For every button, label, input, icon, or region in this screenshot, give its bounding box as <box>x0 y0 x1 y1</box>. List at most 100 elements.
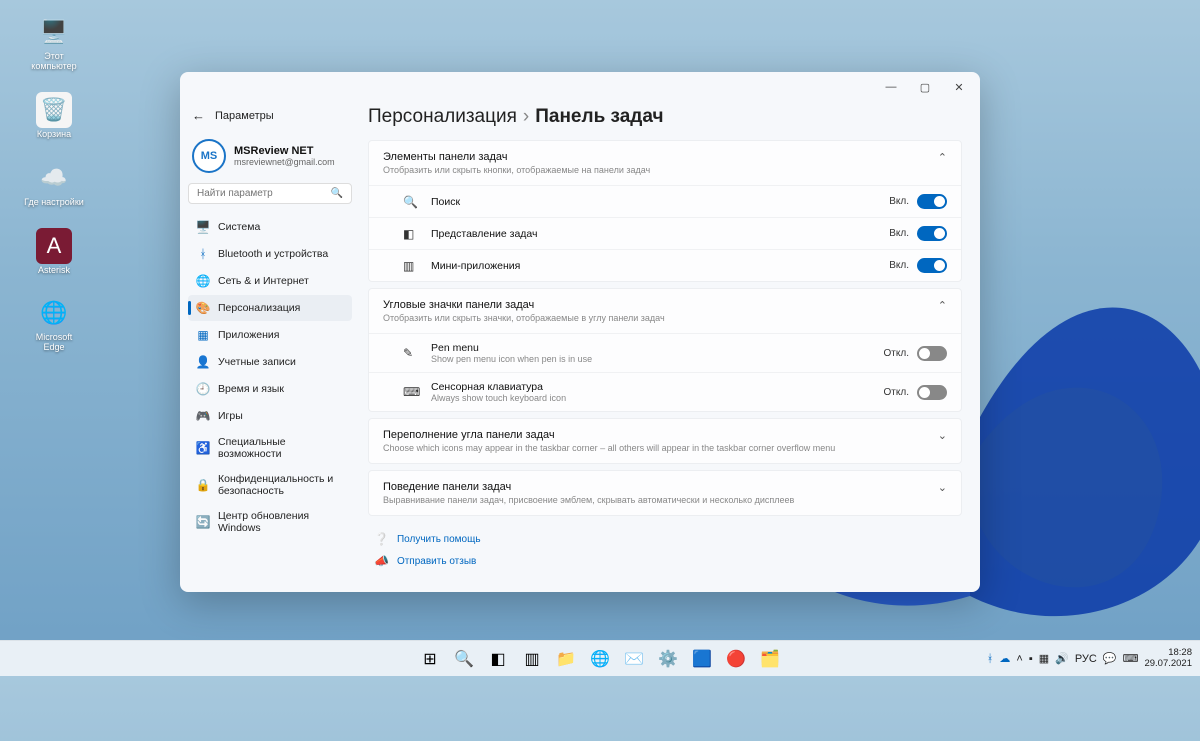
nav-label: Игры <box>218 410 243 422</box>
sidebar-item[interactable]: 🔒 Конфиденциальность и безопасность <box>188 467 352 503</box>
tray-chevron-up-icon[interactable]: ˄ <box>1016 653 1022 665</box>
taskbar: ⊞🔍◧▥📁🌐✉️⚙️🟦🔴🗂️ ᚼ ☁ ˄ ▪ ▦ 🔊 РУС 💬 ⌨ 18:28… <box>0 640 1200 676</box>
desktop-icon-label: Корзина <box>37 130 71 140</box>
row-label: Pen menu <box>431 342 884 354</box>
panel-behavior: Поведение панели задач Выравнивание пане… <box>368 470 962 516</box>
back-row: ← Параметры <box>188 106 352 129</box>
account-block[interactable]: MS MSReview NET msreviewnet@gmail.com <box>188 135 352 177</box>
row-icon: 🔍 <box>403 195 419 209</box>
taskbar-icon[interactable]: ⚙️ <box>653 644 683 674</box>
minimize-button[interactable]: ― <box>874 73 908 101</box>
nav-label: Сеть & и Интернет <box>218 275 309 287</box>
desktop-icon[interactable]: 🗑️ Корзина <box>24 92 84 140</box>
desktop-icon-label: Microsoft Edge <box>24 333 84 353</box>
desktop-icon[interactable]: 🌐Microsoft Edge <box>24 295 84 353</box>
sidebar-item[interactable]: 🎮Игры <box>188 403 352 429</box>
account-name: MSReview NET <box>234 145 335 157</box>
taskbar-icon[interactable]: 🗂️ <box>755 644 785 674</box>
tray-volume-icon[interactable]: 🔊 <box>1055 652 1069 665</box>
breadcrumb: Персонализация›Панель задач <box>368 106 962 128</box>
row-state: Откл. <box>884 387 909 398</box>
tray-date: 29.07.2021 <box>1144 659 1192 669</box>
get-help-link[interactable]: ❔Получить помощь <box>374 532 956 546</box>
toggle[interactable] <box>917 226 947 241</box>
back-icon[interactable]: ← <box>192 108 205 123</box>
close-button[interactable]: ✕ <box>942 73 976 101</box>
row-label-block: Pen menuShow pen menu icon when pen is i… <box>431 342 884 364</box>
search-input[interactable] <box>197 188 331 199</box>
desktop-icon-glyph: 🌐 <box>36 295 72 331</box>
taskbar-icon[interactable]: 🔍 <box>449 644 479 674</box>
setting-row: ⌨ Сенсорная клавиатураAlways show touch … <box>369 372 961 411</box>
sidebar-item[interactable]: ♿Специальные возможности <box>188 430 352 466</box>
panel-title: Угловые значки панели задач <box>383 299 665 311</box>
search-box[interactable]: 🔍 <box>188 183 352 204</box>
tray-network-icon[interactable]: ▦ <box>1039 652 1049 665</box>
taskbar-icon[interactable]: ◧ <box>483 644 513 674</box>
sidebar-item[interactable]: 👤Учетные записи <box>188 349 352 375</box>
panel-corner-icons: Угловые значки панели задач Отобразить и… <box>368 288 962 412</box>
tray-lang[interactable]: РУС <box>1075 653 1097 665</box>
desktop-icon[interactable]: ☁️Где настройки <box>24 160 84 208</box>
panel-taskbar-elements: Элементы панели задач Отобразить или скр… <box>368 140 962 282</box>
tray-clock[interactable]: 18:28 29.07.2021 <box>1144 648 1192 669</box>
tray-notify-icon[interactable]: 💬 <box>1103 652 1117 665</box>
row-state: Вкл. <box>889 196 909 207</box>
panel-title: Поведение панели задач <box>383 481 794 493</box>
desktop-icon[interactable]: 🖥️Этот компьютер <box>24 14 84 72</box>
sidebar-item[interactable]: 🔄Центр обновления Windows <box>188 504 352 540</box>
setting-row: ✎ Pen menuShow pen menu icon when pen is… <box>369 333 961 372</box>
toggle[interactable] <box>917 258 947 273</box>
taskbar-icon[interactable]: ▥ <box>517 644 547 674</box>
row-icon: ⌨ <box>403 385 419 399</box>
account-email: msreviewnet@gmail.com <box>234 157 335 167</box>
panel-header[interactable]: Угловые значки панели задач Отобразить и… <box>369 289 961 333</box>
feedback-icon: 📣 <box>374 554 389 568</box>
taskbar-icon[interactable]: ⊞ <box>415 644 445 674</box>
desktop-icon-glyph: 🗑️ <box>36 92 72 128</box>
toggle[interactable] <box>917 346 947 361</box>
sidebar-item[interactable]: 🌐Сеть & и Интернет <box>188 268 352 294</box>
tray-bluetooth-icon[interactable]: ᚼ <box>987 653 994 665</box>
panel-header[interactable]: Элементы панели задач Отобразить или скр… <box>369 141 961 185</box>
help-icon: ❔ <box>374 532 389 546</box>
nav-icon: 🔒 <box>196 478 210 492</box>
taskbar-icon[interactable]: 📁 <box>551 644 581 674</box>
panel-header[interactable]: Поведение панели задач Выравнивание пане… <box>369 471 961 515</box>
taskbar-icon[interactable]: 🔴 <box>721 644 751 674</box>
desktop-icon-label: Где настройки <box>24 198 84 208</box>
taskbar-icon[interactable]: 🌐 <box>585 644 615 674</box>
sidebar-item[interactable]: 🕘Время и язык <box>188 376 352 402</box>
breadcrumb-current: Панель задач <box>535 106 663 127</box>
toggle[interactable] <box>917 194 947 209</box>
chevron-up-icon: ⌃ <box>938 151 947 164</box>
sidebar-item[interactable]: ᚼBluetooth и устройства <box>188 241 352 267</box>
titlebar: ― ▢ ✕ <box>180 72 980 102</box>
row-icon: ✎ <box>403 346 419 360</box>
panel-subtitle: Выравнивание панели задач, присвоение эм… <box>383 495 794 505</box>
sidebar-item[interactable]: 🎨Персонализация <box>188 295 352 321</box>
toggle[interactable] <box>917 385 947 400</box>
breadcrumb-parent[interactable]: Персонализация <box>368 106 517 127</box>
taskbar-icon[interactable]: ✉️ <box>619 644 649 674</box>
taskbar-tray: ᚼ ☁ ˄ ▪ ▦ 🔊 РУС 💬 ⌨ 18:28 29.07.2021 <box>987 648 1192 669</box>
tray-app-icon[interactable]: ▪ <box>1029 653 1033 665</box>
panel-header[interactable]: Переполнение угла панели задач Choose wh… <box>369 419 961 463</box>
sidebar-item[interactable]: 🖥️Система <box>188 214 352 240</box>
nav-icon: 👤 <box>196 355 210 369</box>
nav-label: Конфиденциальность и безопасность <box>218 473 344 497</box>
help-links: ❔Получить помощь 📣Отправить отзыв <box>368 522 962 578</box>
nav-icon: ᚼ <box>196 247 210 261</box>
feedback-link[interactable]: 📣Отправить отзыв <box>374 554 956 568</box>
sidebar-item[interactable]: ▦Приложения <box>188 322 352 348</box>
maximize-button[interactable]: ▢ <box>908 73 942 101</box>
tray-onedrive-icon[interactable]: ☁ <box>999 652 1010 665</box>
row-label-block: Сенсорная клавиатураAlways show touch ke… <box>431 381 884 403</box>
row-state: Вкл. <box>889 260 909 271</box>
taskbar-center: ⊞🔍◧▥📁🌐✉️⚙️🟦🔴🗂️ <box>415 644 785 674</box>
tray-keyboard-icon[interactable]: ⌨ <box>1123 652 1139 665</box>
desktop-icon[interactable]: AAsterisk <box>24 228 84 276</box>
taskbar-icon[interactable]: 🟦 <box>687 644 717 674</box>
panel-title: Переполнение угла панели задач <box>383 429 835 441</box>
panel-subtitle: Отобразить или скрыть значки, отображаем… <box>383 313 665 323</box>
